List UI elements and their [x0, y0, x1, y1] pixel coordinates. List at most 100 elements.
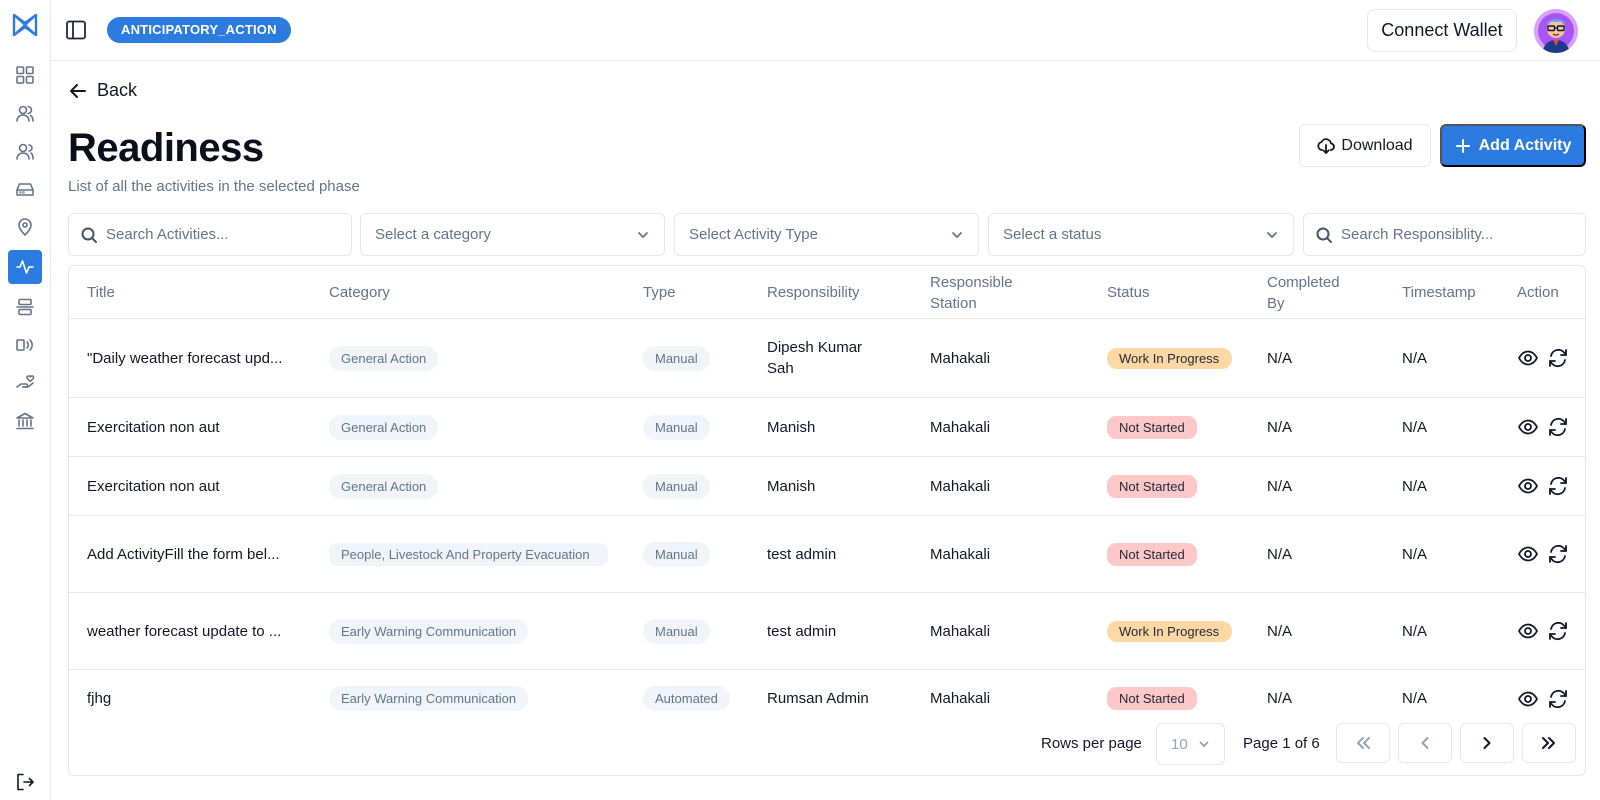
table-row[interactable]: Add ActivityFill the form bel... People,…	[69, 516, 1585, 593]
eye-icon[interactable]	[1517, 347, 1539, 369]
category-pill: General Action	[329, 473, 439, 499]
col-type[interactable]: Type	[643, 266, 676, 319]
status-badge: Work In Progress	[1107, 347, 1232, 369]
table-header: Title Category Type Responsibility Respo…	[69, 266, 1585, 319]
search-activities-placeholder: Search Activities...	[106, 226, 229, 243]
bank-icon[interactable]	[8, 404, 42, 438]
app-logo[interactable]	[12, 12, 38, 38]
broadcast-icon[interactable]	[8, 328, 42, 362]
previous-page-button[interactable]	[1398, 723, 1452, 763]
location-icon[interactable]	[8, 210, 42, 244]
refresh-icon[interactable]	[1547, 543, 1569, 565]
refresh-icon[interactable]	[1547, 475, 1569, 497]
chevron-down-icon	[952, 231, 962, 238]
table-row[interactable]: "Daily weather forecast upd... General A…	[69, 319, 1585, 398]
beneficiaries-icon[interactable]	[8, 96, 42, 130]
cell-timestamp: N/A	[1402, 545, 1428, 563]
category-pill: General Action	[329, 414, 439, 440]
activity-type-select[interactable]: Select Activity Type	[674, 213, 979, 256]
table-row[interactable]: Exercitation non aut General Action Manu…	[69, 398, 1585, 457]
cell-responsibility: Dipesh Kumar Sah	[767, 339, 863, 377]
col-action: Action	[1517, 284, 1559, 301]
inbox-icon[interactable]	[8, 172, 42, 206]
add-activity-button[interactable]: Add Activity	[1440, 124, 1586, 167]
download-button[interactable]: Download	[1299, 124, 1431, 167]
cell-title: "Daily weather forecast upd...	[87, 349, 283, 367]
refresh-icon[interactable]	[1547, 347, 1569, 369]
cell-timestamp: N/A	[1402, 418, 1428, 436]
status-badge: Not Started	[1107, 542, 1197, 566]
search-activities-input[interactable]: Search Activities...	[68, 213, 352, 256]
cell-station: Mahakali	[930, 545, 991, 563]
category-pill: Early Warning Communication	[329, 618, 529, 644]
type-pill: Manual	[643, 618, 710, 644]
cell-timestamp: N/A	[1402, 622, 1428, 640]
activity-icon[interactable]	[8, 250, 42, 284]
download-label: Download	[1341, 136, 1413, 154]
cell-responsibility: Manish	[767, 477, 816, 495]
activities-table: Title Category Type Responsibility Respo…	[68, 265, 1586, 776]
rows-per-page-value: 10	[1171, 735, 1188, 753]
category-pill: People, Livestock And Property Evacuatio…	[329, 542, 608, 566]
chevron-down-icon	[638, 231, 648, 238]
eye-icon[interactable]	[1517, 620, 1539, 642]
category-select[interactable]: Select a category	[360, 213, 665, 256]
category-select-placeholder: Select a category	[375, 226, 491, 243]
type-pill: Manual	[643, 345, 710, 371]
eye-icon[interactable]	[1517, 543, 1539, 565]
eye-icon[interactable]	[1517, 475, 1539, 497]
table-row[interactable]: Exercitation non aut General Action Manu…	[69, 457, 1585, 516]
type-pill: Manual	[643, 541, 710, 567]
cell-completed-by: N/A	[1267, 349, 1293, 367]
connect-wallet-button[interactable]: Connect Wallet	[1367, 9, 1517, 52]
pagination: Rows per page 10 Page 1 of 6	[69, 709, 1585, 775]
col-status[interactable]: Status	[1107, 266, 1150, 319]
cell-responsibility: test admin	[767, 545, 837, 563]
dashboard-icon[interactable]	[8, 58, 42, 92]
layers-icon[interactable]	[8, 290, 42, 324]
cell-timestamp: N/A	[1402, 477, 1428, 495]
last-page-button[interactable]	[1522, 723, 1576, 763]
table-row[interactable]: weather forecast update to ... Early War…	[69, 593, 1585, 670]
category-pill: General Action	[329, 345, 439, 371]
next-page-button[interactable]	[1460, 723, 1514, 763]
groups-icon[interactable]	[8, 134, 42, 168]
refresh-icon[interactable]	[1547, 620, 1569, 642]
rows-per-page-select[interactable]: 10	[1156, 723, 1225, 765]
activity-type-select-placeholder: Select Activity Type	[689, 226, 818, 243]
type-pill: Manual	[643, 473, 710, 499]
chevron-left-icon	[1421, 737, 1429, 749]
cloud-download-icon	[1317, 137, 1336, 154]
col-category[interactable]: Category	[329, 266, 390, 319]
page-info: Page 1 of 6	[1243, 734, 1320, 752]
refresh-icon[interactable]	[1547, 416, 1569, 438]
cell-completed-by: N/A	[1267, 477, 1293, 495]
col-title[interactable]: Title	[87, 266, 115, 319]
eye-icon[interactable]	[1517, 416, 1539, 438]
col-responsibility[interactable]: Responsibility	[767, 266, 860, 319]
refresh-icon[interactable]	[1547, 688, 1569, 710]
col-completed-by[interactable]: Completed By	[1267, 266, 1357, 319]
eye-icon[interactable]	[1517, 688, 1539, 710]
avatar[interactable]	[1534, 9, 1578, 53]
aid-icon[interactable]	[8, 366, 42, 400]
cell-responsibility: Manish	[767, 418, 816, 436]
first-page-button[interactable]	[1336, 723, 1390, 763]
search-responsibility-input[interactable]: Search Responsiblity...	[1303, 213, 1586, 256]
back-link[interactable]: Back	[69, 80, 137, 101]
page-subtitle: List of all the activities in the select…	[68, 178, 360, 195]
col-timestamp[interactable]: Timestamp	[1402, 266, 1476, 319]
status-badge: Not Started	[1107, 474, 1197, 498]
cell-title: Exercitation non aut	[87, 418, 220, 436]
plus-icon	[1455, 138, 1470, 153]
sidebar-toggle-icon[interactable]	[64, 18, 88, 42]
logout-icon[interactable]	[8, 765, 42, 799]
top-bar: ANTICIPATORY_ACTION Connect Wallet	[51, 0, 1600, 61]
cell-station: Mahakali	[930, 622, 991, 640]
status-select[interactable]: Select a status	[988, 213, 1294, 256]
add-activity-label: Add Activity	[1478, 136, 1572, 154]
cell-completed-by: N/A	[1267, 545, 1293, 563]
cell-completed-by: N/A	[1267, 622, 1293, 640]
col-responsible-station[interactable]: Responsible Station	[930, 266, 1040, 319]
type-pill: Automated	[643, 686, 730, 711]
